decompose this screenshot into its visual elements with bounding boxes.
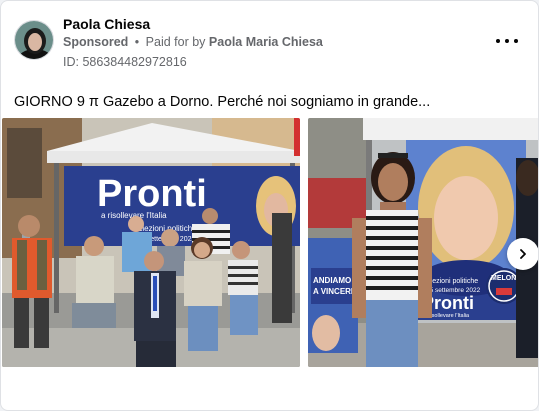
paid-for-prefix: Paid for by: [145, 35, 206, 49]
sponsored-label: Sponsored: [63, 35, 129, 49]
more-options-button[interactable]: [496, 31, 518, 51]
carousel-next-button[interactable]: [507, 238, 538, 270]
side-poster-text-2: A VINCERE: [313, 287, 357, 296]
ad-post-card: Paola Chiesa Sponsored • Paid for by Pao…: [0, 0, 539, 411]
poster-logo-text: MELONI: [491, 275, 518, 282]
post-message: GIORNO 9 π Gazebo a Dorno. Perché noi so…: [14, 94, 431, 110]
ad-id-text: ID: 586384482972816: [63, 55, 187, 69]
chevron-right-icon: [520, 249, 526, 259]
more-horizontal-icon: [496, 39, 500, 43]
page-avatar[interactable]: [14, 20, 54, 60]
paid-for-name: Paola Maria Chiesa: [208, 35, 323, 49]
page-name-link[interactable]: Paola Chiesa: [63, 16, 150, 32]
poster-elections: Elezioni politiche: [426, 278, 478, 285]
side-poster-text-1: ANDIAMO: [313, 276, 351, 285]
banner-headline: Pronti: [97, 173, 207, 215]
post-photo-2[interactable]: ANDIAMO A VINCERE Elezioni politiche 25 …: [308, 118, 538, 367]
meta-separator: •: [134, 35, 140, 49]
post-photo-1[interactable]: Pronti a risollevare l'Italia Elezioni p…: [2, 118, 300, 367]
sponsored-meta: Sponsored • Paid for by Paola Maria Chie…: [63, 35, 323, 49]
